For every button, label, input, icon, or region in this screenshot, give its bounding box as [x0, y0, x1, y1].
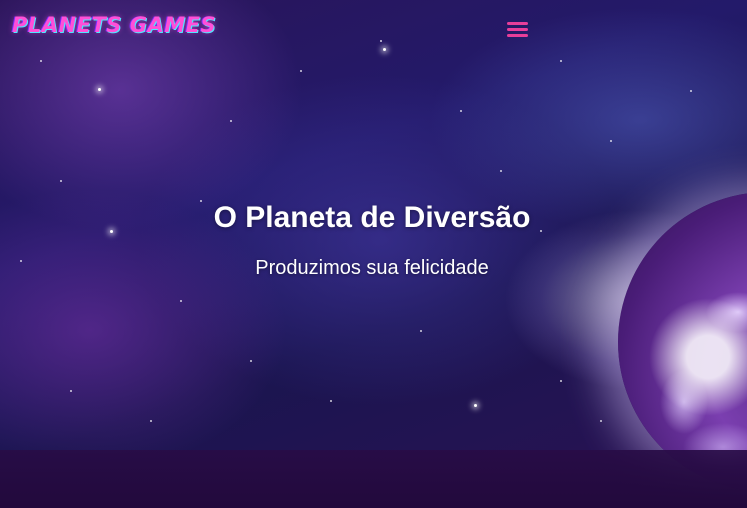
starfield-background — [0, 0, 747, 508]
menu-bar-middle — [507, 28, 528, 31]
menu-bar-top — [507, 22, 528, 25]
hero-subtitle: Produzimos sua felicidade — [255, 257, 489, 279]
hero-title: O Planeta de Diversão — [213, 201, 531, 234]
site-logo[interactable]: PLANETS GAMES — [12, 13, 216, 37]
hamburger-menu-icon[interactable] — [506, 20, 530, 40]
hero-section: PLANETS GAMES O Planeta de Diversão Prod… — [0, 0, 747, 508]
menu-bar-bottom — [507, 34, 528, 37]
bottom-band — [0, 450, 747, 508]
